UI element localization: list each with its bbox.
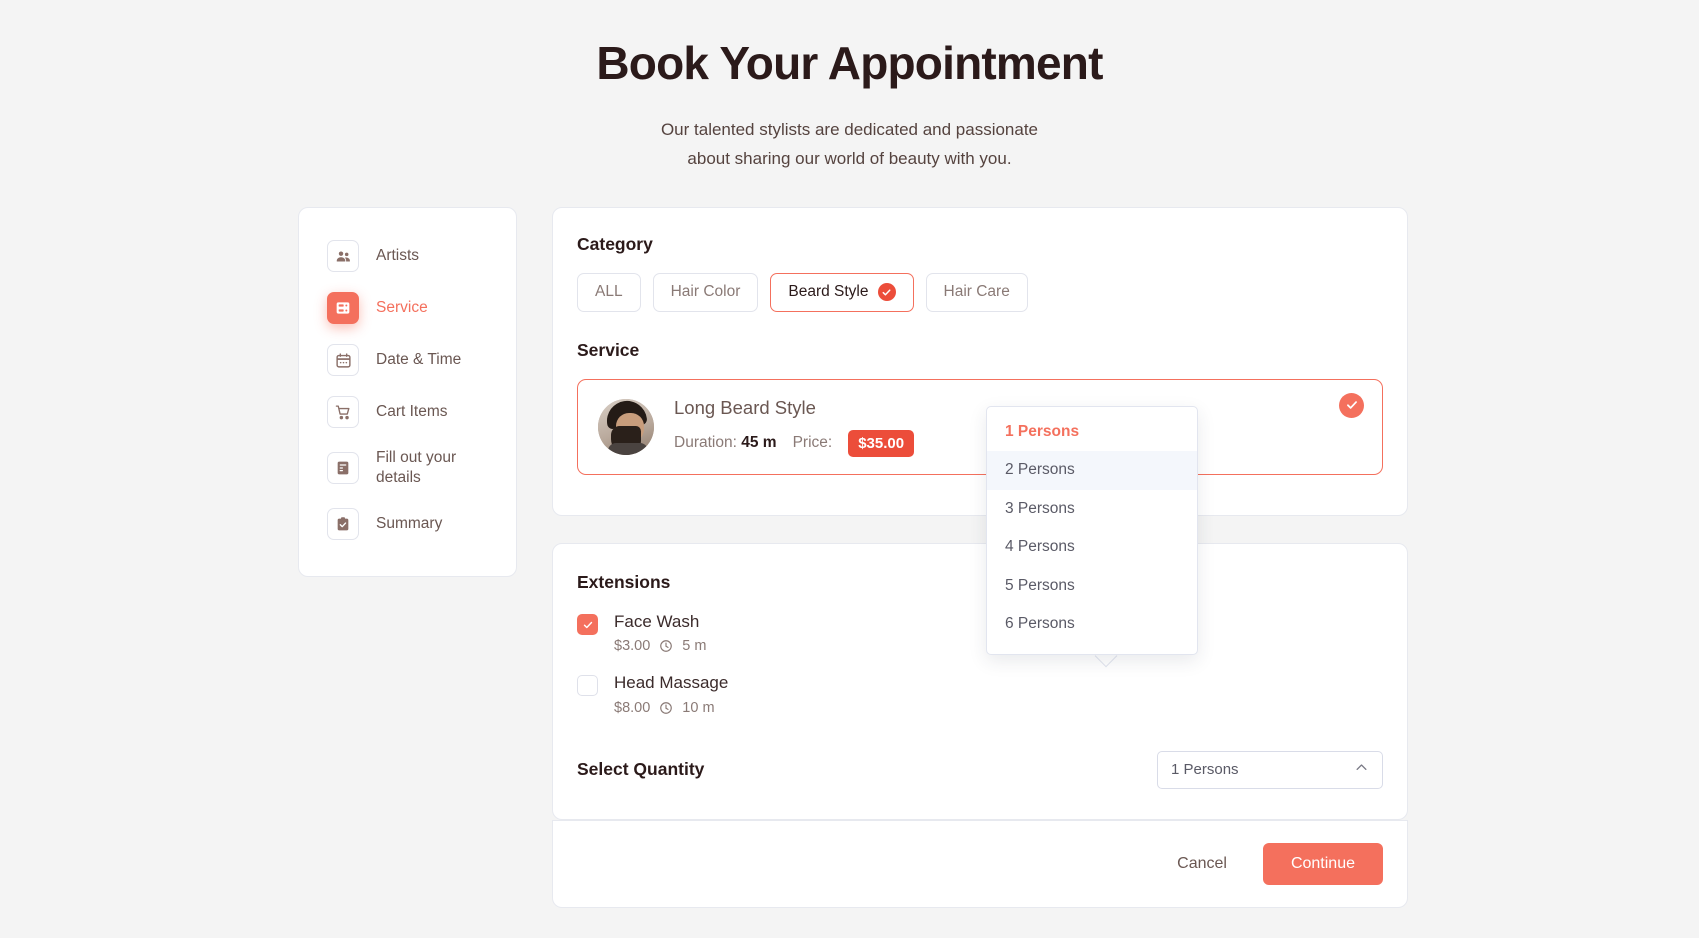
quantity-dropdown-menu[interactable]: 1 Persons 2 Persons 3 Persons 4 Persons … bbox=[986, 406, 1198, 655]
service-option-long-beard-style[interactable]: Long Beard Style Duration: 45 m Price: $… bbox=[577, 378, 1383, 476]
category-chip-hair-care[interactable]: Hair Care bbox=[925, 273, 1028, 312]
sidebar-item-label: Service bbox=[376, 298, 428, 316]
category-heading: Category bbox=[577, 234, 653, 254]
service-price: Price: bbox=[793, 434, 833, 452]
page-subtitle-line-2: about sharing our world of beauty with y… bbox=[687, 148, 1012, 168]
booking-layout: Artists Service Date & Time Cart Items F… bbox=[298, 207, 1408, 908]
extensions-list: Face Wash $3.00 5 m Head Massage $8.00 1… bbox=[577, 611, 1383, 716]
cancel-button[interactable]: Cancel bbox=[1163, 845, 1241, 883]
quantity-option-5[interactable]: 5 Persons bbox=[987, 567, 1197, 605]
extension-meta: $3.00 5 m bbox=[614, 638, 706, 654]
page-title: Book Your Appointment bbox=[596, 37, 1103, 89]
quantity-dropdown-scroll[interactable]: 1 Persons 2 Persons 3 Persons 4 Persons … bbox=[987, 407, 1197, 654]
service-heading: Service bbox=[577, 339, 640, 360]
category-service-card: Category ALL Hair Color Beard Style Hair… bbox=[552, 207, 1408, 517]
chip-label: Beard Style bbox=[788, 283, 869, 300]
extension-name: Head Massage bbox=[614, 673, 729, 693]
sidebar-item-label: Artists bbox=[376, 246, 420, 264]
sidebar-item-date-time[interactable]: Date & Time bbox=[299, 334, 516, 386]
footer-card: Cancel Continue bbox=[552, 819, 1408, 908]
price-label: Price: bbox=[792, 434, 833, 452]
chevron-up-icon bbox=[1354, 760, 1369, 779]
category-chip-beard-style[interactable]: Beard Style bbox=[770, 273, 914, 312]
sidebar-item-fill-out-your-details[interactable]: Fill out your details bbox=[299, 438, 516, 498]
calendar-icon bbox=[327, 344, 359, 376]
form-icon bbox=[327, 452, 359, 485]
extension-item-head-massage[interactable]: Head Massage $8.00 10 m bbox=[577, 672, 1383, 716]
duration-value: 45 m bbox=[741, 434, 777, 452]
category-chip-list: ALL Hair Color Beard Style Hair Care bbox=[577, 273, 1383, 312]
service-selected-check-icon bbox=[1339, 392, 1364, 418]
quantity-option-3[interactable]: 3 Persons bbox=[987, 490, 1197, 528]
category-chip-all[interactable]: ALL bbox=[577, 273, 641, 312]
extension-meta: $8.00 10 m bbox=[614, 700, 728, 716]
extension-duration: 10 m bbox=[682, 699, 715, 716]
quantity-option-2[interactable]: 2 Persons bbox=[987, 451, 1197, 490]
page-header: Book Your Appointment Our talented styli… bbox=[0, 0, 1699, 173]
duration-label: Duration: bbox=[674, 434, 737, 452]
clipboard-check-icon bbox=[327, 508, 359, 541]
continue-button[interactable]: Continue bbox=[1262, 842, 1383, 885]
quantity-row: Select Quantity 1 Persons bbox=[577, 750, 1383, 789]
sidebar-item-summary[interactable]: Summary bbox=[299, 498, 516, 550]
extension-name: Face Wash bbox=[614, 612, 700, 632]
service-meta: Duration: 45 m Price: $35.00 bbox=[674, 429, 915, 458]
price-badge: $35.00 bbox=[848, 429, 915, 458]
extensions-heading: Extensions bbox=[577, 572, 671, 593]
extension-price: $3.00 bbox=[614, 638, 651, 655]
clock-icon bbox=[659, 701, 673, 715]
check-circle-icon bbox=[877, 283, 896, 302]
service-name: Long Beard Style bbox=[674, 396, 816, 418]
people-icon bbox=[327, 240, 359, 272]
quantity-option-4[interactable]: 4 Persons bbox=[987, 528, 1197, 566]
extension-duration: 5 m bbox=[682, 638, 707, 655]
extension-text: Head Massage $8.00 10 m bbox=[614, 672, 728, 715]
extension-item-face-wash[interactable]: Face Wash $3.00 5 m bbox=[577, 611, 1383, 654]
service-details: Long Beard Style Duration: 45 m Price: $… bbox=[674, 396, 915, 458]
page-subtitle-line-1: Our talented stylists are dedicated and … bbox=[660, 119, 1039, 139]
sidebar-item-cart-items[interactable]: Cart Items bbox=[299, 386, 516, 438]
extension-checkbox-face-wash[interactable] bbox=[577, 614, 598, 636]
sidebar-item-service[interactable]: Service bbox=[299, 282, 516, 334]
steps-sidebar: Artists Service Date & Time Cart Items F… bbox=[298, 207, 517, 578]
main-column: Category ALL Hair Color Beard Style Hair… bbox=[552, 207, 1408, 908]
quantity-option-1[interactable]: 1 Persons bbox=[987, 413, 1197, 451]
extensions-card: Extensions Face Wash $3.00 5 m Head Mass… bbox=[552, 543, 1408, 820]
chip-label: Hair Care bbox=[943, 283, 1010, 300]
quantity-label: Select Quantity bbox=[577, 759, 705, 780]
extension-price: $8.00 bbox=[614, 699, 651, 716]
sidebar-item-label: Fill out your details bbox=[376, 449, 457, 487]
extension-checkbox-head-massage[interactable] bbox=[577, 675, 598, 697]
chip-label: ALL bbox=[595, 283, 623, 300]
service-duration: Duration: 45 m bbox=[674, 434, 777, 452]
sidebar-item-artists[interactable]: Artists bbox=[299, 230, 516, 282]
quantity-select[interactable]: 1 Persons bbox=[1157, 750, 1383, 789]
quantity-selected-value: 1 Persons bbox=[1171, 761, 1239, 779]
cart-icon bbox=[327, 396, 359, 428]
quantity-option-7[interactable]: 7 Persons bbox=[987, 644, 1197, 655]
extension-text: Face Wash $3.00 5 m bbox=[614, 611, 706, 654]
action-footer: Cancel Continue bbox=[553, 819, 1407, 907]
service-list-icon bbox=[327, 292, 359, 324]
category-chip-hair-color[interactable]: Hair Color bbox=[652, 273, 759, 312]
chip-label: Hair Color bbox=[670, 283, 741, 300]
sidebar-item-label: Date & Time bbox=[376, 350, 462, 368]
clock-icon bbox=[659, 639, 673, 653]
quantity-option-6[interactable]: 6 Persons bbox=[987, 605, 1197, 643]
page-subtitle: Our talented stylists are dedicated and … bbox=[0, 115, 1699, 173]
sidebar-item-label: Cart Items bbox=[376, 402, 448, 420]
sidebar-item-label: Summary bbox=[376, 515, 443, 533]
service-avatar-image bbox=[598, 398, 654, 455]
